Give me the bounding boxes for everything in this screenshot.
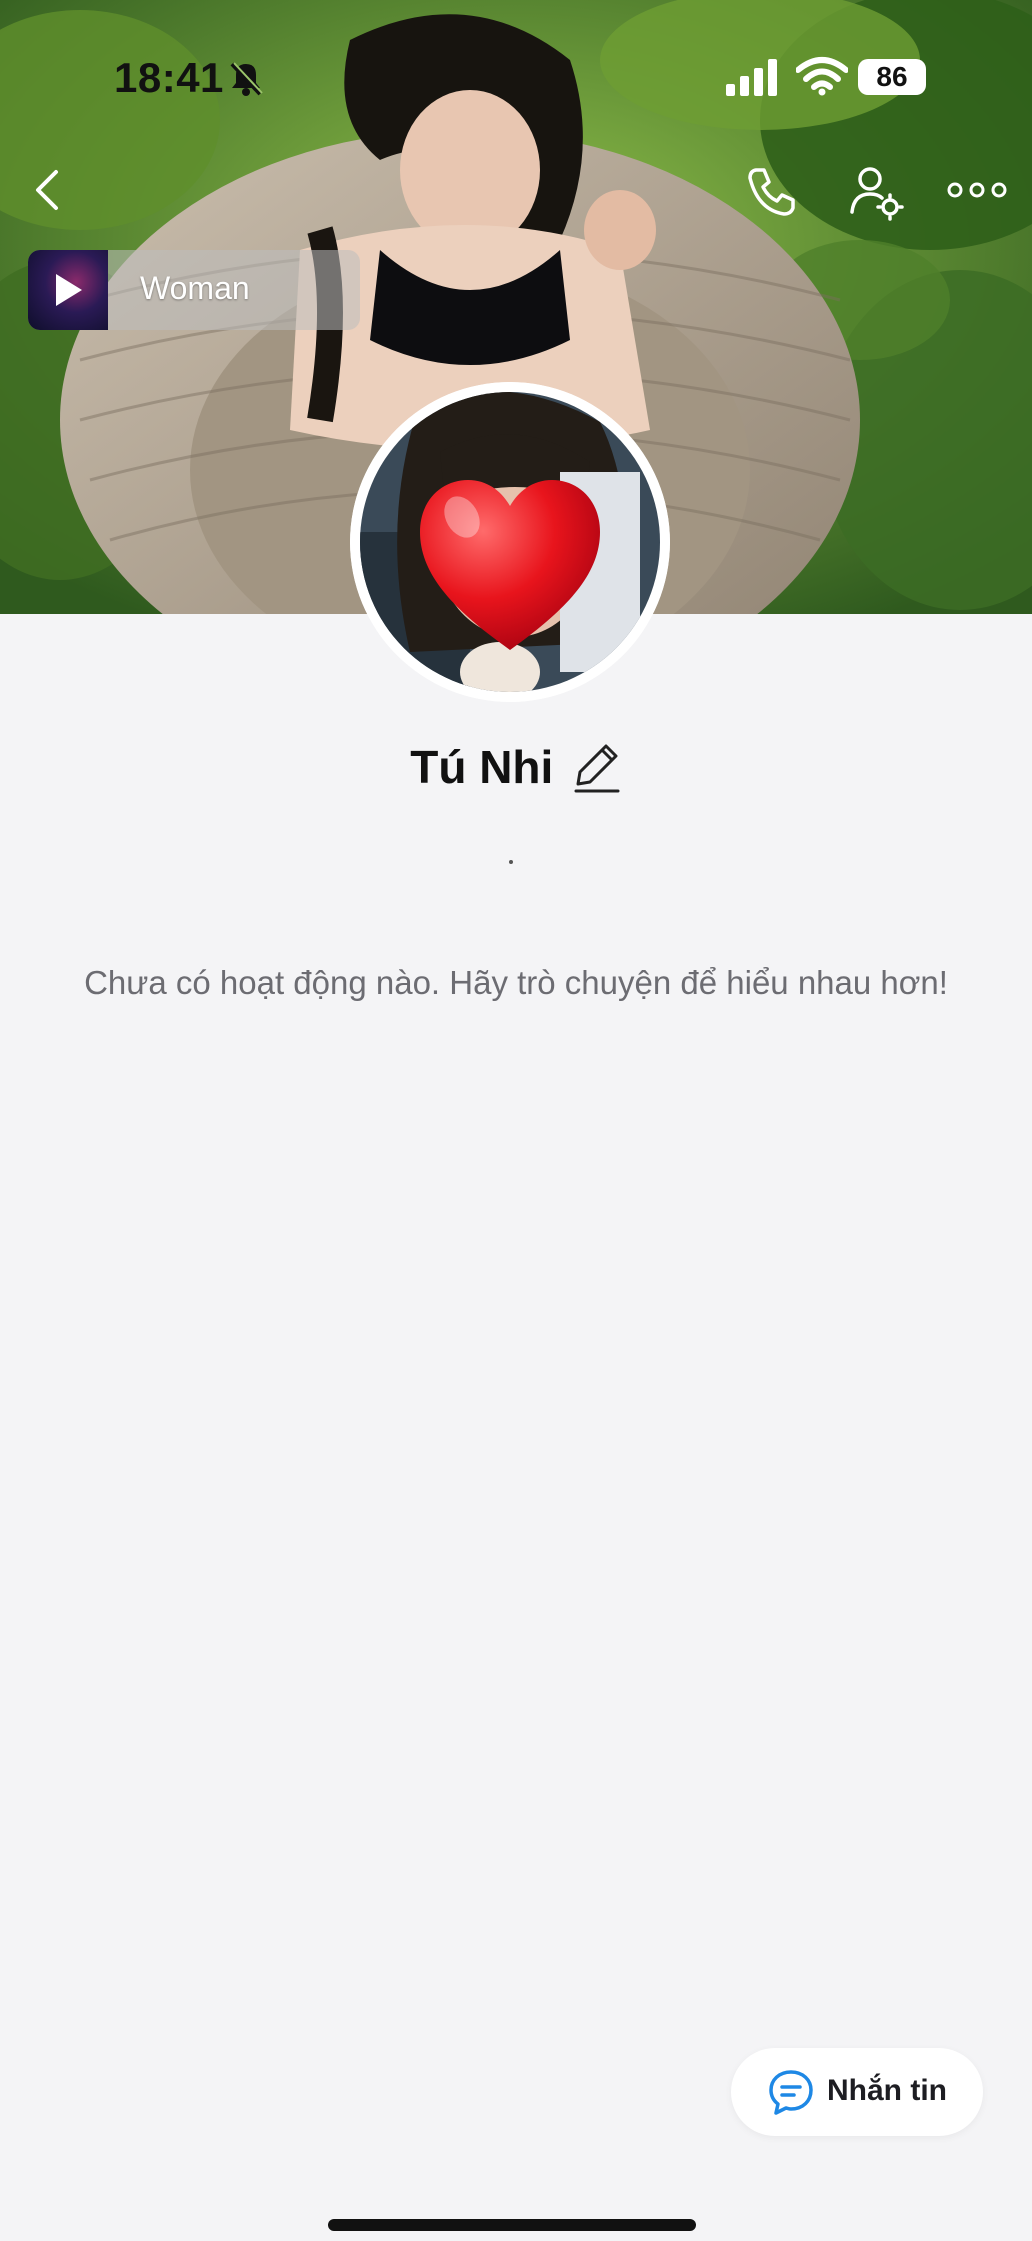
call-button[interactable] — [742, 162, 800, 220]
profile-music[interactable]: Woman — [28, 250, 360, 330]
back-button[interactable] — [18, 160, 78, 220]
profile-name: Tú Nhi — [410, 741, 554, 793]
bio-text — [509, 860, 513, 864]
more-icon[interactable] — [946, 168, 1008, 212]
avatar[interactable] — [350, 382, 670, 702]
signal-icon — [726, 59, 777, 96]
message-button-label: Nhắn tin — [827, 2074, 947, 2107]
battery-icon: 86 — [858, 59, 926, 95]
play-icon[interactable] — [54, 272, 84, 308]
profile-name-row: Tú Nhi — [0, 740, 1032, 810]
pencil-icon[interactable] — [572, 740, 622, 794]
music-title: Woman — [140, 270, 250, 306]
status-bar: 18:41 86 — [0, 0, 1032, 150]
home-indicator[interactable] — [328, 2219, 696, 2231]
chat-bubble-icon — [769, 2070, 813, 2115]
empty-activity-message: Chưa có hoạt động nào. Hãy trò chuyện để… — [84, 964, 948, 1001]
music-thumbnail — [28, 250, 108, 330]
heart-icon — [420, 480, 600, 650]
user-settings-icon[interactable] — [846, 162, 906, 222]
bell-off-icon — [230, 62, 263, 96]
status-time: 18:41 — [114, 54, 224, 101]
wifi-icon — [796, 57, 848, 96]
message-button[interactable]: Nhắn tin — [731, 2048, 983, 2136]
profile-screen: 18:41 86 Woman Tú Nhi Chưa có hoạt động … — [0, 0, 1032, 2241]
